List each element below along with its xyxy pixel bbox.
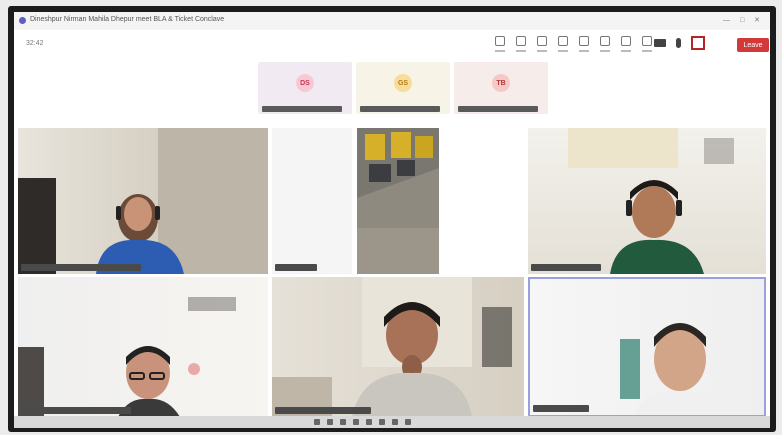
av-controls bbox=[654, 36, 705, 50]
participant-name-bar bbox=[262, 106, 342, 112]
video-tile-man-headset[interactable] bbox=[528, 128, 766, 274]
leave-button[interactable]: Leave bbox=[737, 38, 769, 52]
participant-video bbox=[272, 277, 512, 417]
participant-tile-ds[interactable]: DS bbox=[258, 62, 352, 114]
raise-hand-icon[interactable] bbox=[536, 36, 548, 54]
taskbar-apps bbox=[314, 419, 411, 425]
taskbar-app-icon[interactable] bbox=[353, 419, 359, 425]
taskbar-app-icon[interactable] bbox=[314, 419, 320, 425]
shared-video-bus-yard bbox=[357, 128, 439, 274]
meeting-timer: 32:42 bbox=[26, 40, 44, 47]
participant-video bbox=[18, 297, 236, 417]
video-tile-empty[interactable] bbox=[272, 128, 352, 274]
video-tile-man-thinking[interactable] bbox=[272, 277, 524, 417]
taskbar-app-icon[interactable] bbox=[327, 419, 333, 425]
apps-icon[interactable] bbox=[620, 36, 632, 54]
taskbar-app-icon[interactable] bbox=[405, 419, 411, 425]
avatar: TB bbox=[492, 74, 510, 92]
camera-icon[interactable] bbox=[654, 39, 666, 47]
participant-name-bar bbox=[360, 106, 440, 112]
title-bar: Dineshpur Nirman Mahila Dhepur meet BLA … bbox=[14, 12, 770, 31]
video-tile-bus-yard[interactable] bbox=[357, 128, 439, 274]
participant-name-bar bbox=[275, 264, 317, 271]
participant-name-bar bbox=[533, 405, 589, 412]
video-tile-man-glasses[interactable] bbox=[18, 277, 268, 417]
taskbar-app-icon[interactable] bbox=[379, 419, 385, 425]
avatar: GS bbox=[394, 74, 412, 92]
participant-tile-tb[interactable]: TB bbox=[454, 62, 548, 114]
participant-video bbox=[620, 323, 726, 415]
participant-video bbox=[568, 128, 734, 274]
participant-name-bar bbox=[275, 407, 371, 414]
participant-name-bar bbox=[531, 264, 601, 271]
react-icon[interactable] bbox=[557, 36, 569, 54]
taskbar-app-icon[interactable] bbox=[392, 419, 398, 425]
share-icon[interactable] bbox=[691, 36, 705, 50]
window-title: Dineshpur Nirman Mahila Dhepur meet BLA … bbox=[30, 16, 225, 23]
taskbar-app-icon[interactable] bbox=[340, 419, 346, 425]
teams-meeting-window: Dineshpur Nirman Mahila Dhepur meet BLA … bbox=[14, 12, 770, 428]
audio-participants-row: DS GS TB bbox=[258, 62, 548, 114]
more-icon[interactable] bbox=[641, 36, 653, 54]
people-icon[interactable] bbox=[515, 36, 527, 54]
participant-name-bar bbox=[458, 106, 538, 112]
monitor-frame: Dineshpur Nirman Mahila Dhepur meet BLA … bbox=[8, 6, 776, 432]
meeting-toolbar: 32:42 Leave bbox=[14, 30, 770, 62]
video-tile-man-speaking[interactable] bbox=[528, 277, 766, 417]
taskbar-app-icon[interactable] bbox=[366, 419, 372, 425]
mic-icon[interactable] bbox=[676, 38, 681, 48]
avatar: DS bbox=[296, 74, 314, 92]
teams-logo-icon bbox=[19, 17, 26, 24]
participant-video bbox=[18, 128, 268, 274]
window-controls[interactable]: — □ ✕ bbox=[723, 16, 764, 24]
toolbar-actions bbox=[494, 36, 653, 54]
taskbar bbox=[14, 416, 770, 428]
chat-icon[interactable] bbox=[494, 36, 506, 54]
participant-tile-gs[interactable]: GS bbox=[356, 62, 450, 114]
rooms-icon[interactable] bbox=[599, 36, 611, 54]
video-tile-woman-headphones[interactable] bbox=[18, 128, 268, 274]
participant-name-bar bbox=[21, 264, 141, 271]
view-icon[interactable] bbox=[578, 36, 590, 54]
participant-name-bar bbox=[21, 407, 131, 414]
